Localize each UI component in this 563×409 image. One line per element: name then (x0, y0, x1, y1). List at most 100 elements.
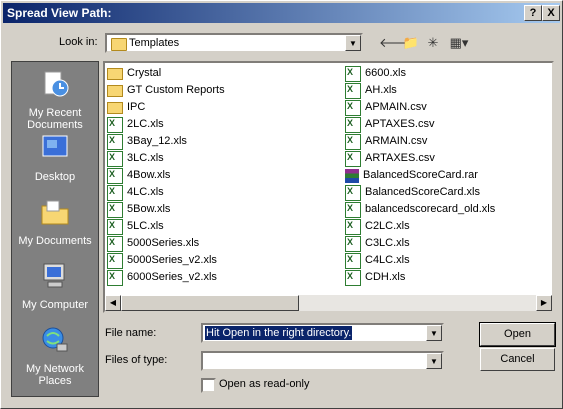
file-name: APMAIN.csv (365, 101, 427, 113)
horizontal-scrollbar[interactable]: ◀ ▶ (105, 295, 552, 311)
cancel-button[interactable]: Cancel (480, 348, 555, 371)
scroll-left-icon[interactable]: ◀ (105, 295, 121, 311)
spreadsheet-icon (345, 268, 361, 286)
spreadsheet-icon (107, 183, 123, 201)
my-computer-icon (43, 263, 65, 288)
list-item[interactable]: APMAIN.csv (345, 98, 495, 116)
my-documents-icon (41, 200, 69, 225)
scroll-right-icon[interactable]: ▶ (536, 295, 552, 311)
spreadsheet-icon (107, 132, 123, 150)
archive-icon (345, 168, 359, 183)
file-name: CDH.xls (365, 271, 406, 283)
file-name: 3LC.xls (127, 152, 164, 164)
list-item[interactable]: 5LC.xls (107, 217, 225, 235)
place-desktop[interactable]: Desktop (12, 132, 98, 183)
chevron-down-icon[interactable]: ▼ (426, 353, 442, 369)
list-item[interactable]: 5000Series_v2.xls (107, 251, 225, 269)
list-item[interactable]: BalancedScoreCard.rar (345, 167, 495, 184)
list-item[interactable]: GT Custom Reports (107, 82, 225, 99)
file-name: BalancedScoreCard.xls (365, 186, 480, 198)
look-in-combo[interactable]: Templates ▼ (105, 33, 363, 53)
list-item[interactable]: 5000Series.xls (107, 234, 225, 252)
spreadsheet-icon (345, 98, 361, 116)
file-name: C2LC.xls (365, 220, 410, 232)
file-list[interactable]: Crystal GT Custom Reports IPC 2LC.xls 3Bay_1… (103, 61, 554, 313)
list-item[interactable]: AH.xls (345, 81, 495, 99)
list-item[interactable]: IPC (107, 99, 225, 116)
spreadsheet-icon (345, 149, 361, 167)
files-of-type-label: Files of type: (105, 354, 168, 366)
folder-icon (107, 101, 123, 114)
spreadsheet-icon (345, 251, 361, 269)
file-name: BalancedScoreCard.rar (363, 169, 478, 181)
read-only-checkbox[interactable] (201, 378, 216, 393)
file-name: 5000Series.xls (127, 237, 200, 249)
new-folder-icon[interactable]: ✳ (423, 33, 443, 53)
list-item[interactable]: C3LC.xls (345, 234, 495, 252)
open-button[interactable]: Open (479, 322, 556, 347)
list-item[interactable]: CDH.xls (345, 268, 495, 286)
list-item[interactable]: 4Bow.xls (107, 166, 225, 184)
file-name-value[interactable]: Hit Open in the right directory. (205, 326, 353, 340)
help-button[interactable]: ? (524, 5, 542, 21)
scroll-thumb[interactable] (121, 295, 299, 311)
list-item[interactable]: APTAXES.csv (345, 115, 495, 133)
place-label: My Network Places (25, 363, 85, 387)
place-recent[interactable]: My Recent Documents (12, 68, 98, 131)
place-label: My Recent Documents (27, 107, 83, 131)
up-folder-icon[interactable]: 📁 (401, 33, 421, 53)
list-item[interactable]: 3LC.xls (107, 149, 225, 167)
list-item[interactable]: 5Bow.xls (107, 200, 225, 218)
read-only-label: Open as read-only (219, 378, 310, 390)
list-item[interactable]: ARMAIN.csv (345, 132, 495, 150)
back-arrow-icon[interactable]: 🡐 (379, 33, 414, 53)
spreadsheet-icon (345, 132, 361, 150)
spreadsheet-icon (107, 149, 123, 167)
places-bar: My Recent Documents Desktop My Documents… (11, 61, 99, 397)
spreadsheet-icon (345, 81, 361, 99)
look-in-value: Templates (129, 37, 180, 49)
list-item[interactable]: C2LC.xls (345, 217, 495, 235)
spreadsheet-icon (345, 200, 361, 218)
spreadsheet-icon (107, 251, 123, 269)
file-name: balancedscorecard_old.xls (365, 203, 496, 215)
list-item[interactable]: Crystal (107, 65, 225, 82)
chevron-down-icon[interactable]: ▼ (345, 35, 361, 51)
list-item[interactable]: ARTAXES.csv (345, 149, 495, 167)
file-name-field[interactable]: Hit Open in the right directory. ▼ (201, 323, 444, 343)
file-name: 5LC.xls (127, 220, 164, 232)
place-my-documents[interactable]: My Documents (12, 196, 98, 247)
list-item[interactable]: 4LC.xls (107, 183, 225, 201)
view-menu-icon[interactable]: ▦▾ (447, 33, 471, 53)
place-my-computer[interactable]: My Computer (12, 260, 98, 311)
close-button[interactable]: X (542, 5, 560, 21)
list-item[interactable]: 3Bay_12.xls (107, 132, 225, 150)
place-label: Desktop (34, 171, 76, 183)
file-name: ARTAXES.csv (365, 152, 435, 164)
files-of-type-select[interactable]: ▼ (201, 351, 444, 371)
list-item[interactable]: BalancedScoreCard.xls (345, 183, 495, 201)
file-name: 6600.xls (365, 67, 406, 79)
spreadsheet-icon (107, 268, 123, 286)
file-name: ARMAIN.csv (365, 135, 428, 147)
list-item[interactable]: 6000Series_v2.xls (107, 268, 225, 286)
spreadsheet-icon (107, 200, 123, 218)
folder-icon (111, 38, 127, 51)
chevron-down-icon[interactable]: ▼ (426, 325, 442, 341)
dialog-window: Spread View Path: ? X Look in: Templates… (0, 0, 563, 409)
list-item[interactable]: C4LC.xls (345, 251, 495, 269)
spreadsheet-icon (345, 64, 361, 82)
file-name: C3LC.xls (365, 237, 410, 249)
look-in-label: Look in: (59, 36, 98, 48)
spreadsheet-icon (345, 217, 361, 235)
list-item[interactable]: 6600.xls (345, 64, 495, 82)
list-item[interactable]: balancedscorecard_old.xls (345, 200, 496, 218)
spreadsheet-icon (345, 115, 361, 133)
file-name: C4LC.xls (365, 254, 410, 266)
file-name: Crystal (127, 67, 162, 79)
file-column-right: 6600.xls AH.xls APMAIN.csv APTAXES.csv ARMAI… (345, 64, 496, 286)
network-places-icon (42, 327, 68, 352)
list-item[interactable]: 2LC.xls (107, 115, 225, 133)
file-name: AH.xls (365, 84, 397, 96)
place-network[interactable]: My Network Places (12, 324, 98, 387)
